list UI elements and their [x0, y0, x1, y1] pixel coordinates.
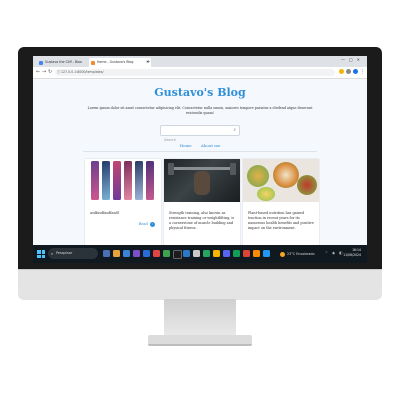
edge-icon[interactable]	[123, 250, 130, 257]
app-icon[interactable]	[223, 250, 230, 257]
app-icon[interactable]	[133, 250, 140, 257]
menu-icon[interactable]: ⋮	[360, 69, 365, 76]
post-card[interactable]: asdfasdfasdfasdf Read ›	[85, 159, 161, 247]
post-image-weightlifting[interactable]	[164, 159, 240, 202]
clock-date: 11/06/2024	[343, 252, 361, 257]
taskbar-clock[interactable]: 16:14 11/06/2024	[343, 248, 361, 257]
app-icon[interactable]	[263, 250, 270, 257]
intro-text: Lorem ipsum dolor sit amet consectetur a…	[87, 106, 313, 115]
search-box[interactable]: ⌕	[160, 125, 240, 146]
windows-start-icon[interactable]	[37, 250, 45, 258]
arrow-right-icon: ›	[150, 222, 155, 227]
post-excerpt: asdfasdfasdfasdf	[90, 211, 119, 215]
app-icon[interactable]	[233, 250, 240, 257]
app-icon[interactable]	[183, 250, 190, 257]
system-tray-icons[interactable]: ^ ◉ ◧	[325, 251, 344, 255]
monitor-bezel: Gustavo the Cliff - Bloo ✕ Home - Gustav…	[18, 47, 382, 269]
app-icon[interactable]	[153, 250, 160, 257]
post-excerpt: Strength training, also known as resista…	[169, 211, 235, 230]
nav-home[interactable]: Home	[180, 143, 192, 148]
tab-label: Gustavo the Cliff - Bloo	[45, 60, 82, 64]
back-icon[interactable]: ←	[36, 69, 40, 76]
post-image-phones[interactable]	[85, 159, 161, 202]
forward-icon[interactable]: →	[42, 69, 46, 76]
address-bar-row: ← → ↻ ⓘ 127.0.0.1:8000/templates/ ⋮	[33, 67, 367, 79]
search-icon: ⌕	[51, 251, 54, 256]
app-icon[interactable]	[143, 250, 150, 257]
app-icon[interactable]	[243, 250, 250, 257]
browser-tab-bar: Gustavo the Cliff - Bloo ✕ Home - Gustav…	[33, 56, 367, 67]
weather-text: 23°C Ensolarado	[287, 252, 315, 256]
main-nav: Home About me	[33, 143, 367, 148]
sun-icon	[280, 251, 285, 257]
monitor-chin	[18, 269, 382, 300]
app-icon[interactable]	[173, 250, 182, 259]
profile-icon[interactable]	[346, 69, 351, 74]
post-card[interactable]: Plant-based nutrition has gained tractio…	[243, 159, 319, 247]
tab-favicon-icon	[39, 61, 43, 65]
page-title[interactable]: Gustavo's Blog	[33, 86, 367, 99]
app-icon[interactable]	[163, 250, 170, 257]
post-image-plant-food[interactable]	[243, 159, 319, 202]
extension-icon[interactable]	[339, 69, 344, 74]
file-explorer-icon[interactable]	[113, 250, 120, 257]
url-field[interactable]: ⓘ 127.0.0.1:8000/templates/	[55, 69, 335, 76]
taskbar-search-label: Pesquisar	[56, 251, 73, 255]
window-controls[interactable]: —□✕	[341, 57, 364, 62]
weather-widget[interactable]: 23°C Ensolarado	[280, 249, 315, 259]
monitor-stand-neck	[164, 299, 236, 336]
monitor-stand-base	[148, 335, 252, 346]
app-icon[interactable]	[193, 250, 200, 257]
search-icon[interactable]: ⌕	[233, 127, 236, 133]
read-more-link[interactable]: Read ›	[139, 222, 155, 227]
read-label: Read	[138, 222, 148, 226]
url-text: 127.0.0.1:8000/templates/	[61, 70, 104, 74]
post-card[interactable]: Strength training, also known as resista…	[164, 159, 240, 247]
browser-tab-2[interactable]: Home - Gustavo's Blog ✕	[89, 58, 151, 67]
app-icon[interactable]	[203, 250, 210, 257]
taskbar-search[interactable]: ⌕ Pesquisar	[48, 248, 98, 259]
info-icon: ⓘ	[57, 70, 61, 74]
screen: Gustavo the Cliff - Bloo ✕ Home - Gustav…	[33, 56, 367, 263]
app-icon[interactable]	[253, 250, 260, 257]
post-excerpt: Plant-based nutrition has gained tractio…	[248, 211, 314, 230]
account-avatar-icon[interactable]	[353, 69, 358, 74]
taskbar: ⌕ Pesquisar 23°C Ensolarado ^ ◉ ◧ 16:14 …	[33, 245, 367, 263]
new-tab-button[interactable]: +	[146, 58, 150, 66]
task-view-icon[interactable]	[103, 250, 110, 257]
blog-page: Gustavo's Blog Lorem ipsum dolor sit ame…	[33, 79, 367, 247]
browser-tab-1[interactable]: Gustavo the Cliff - Bloo ✕	[37, 58, 95, 67]
tab-label: Home - Gustavo's Blog	[97, 60, 134, 64]
chrome-icon[interactable]	[213, 250, 220, 257]
tab-favicon-icon	[91, 61, 95, 65]
nav-about-me[interactable]: About me	[201, 143, 220, 148]
reload-icon[interactable]: ↻	[48, 69, 52, 76]
divider	[83, 151, 317, 152]
